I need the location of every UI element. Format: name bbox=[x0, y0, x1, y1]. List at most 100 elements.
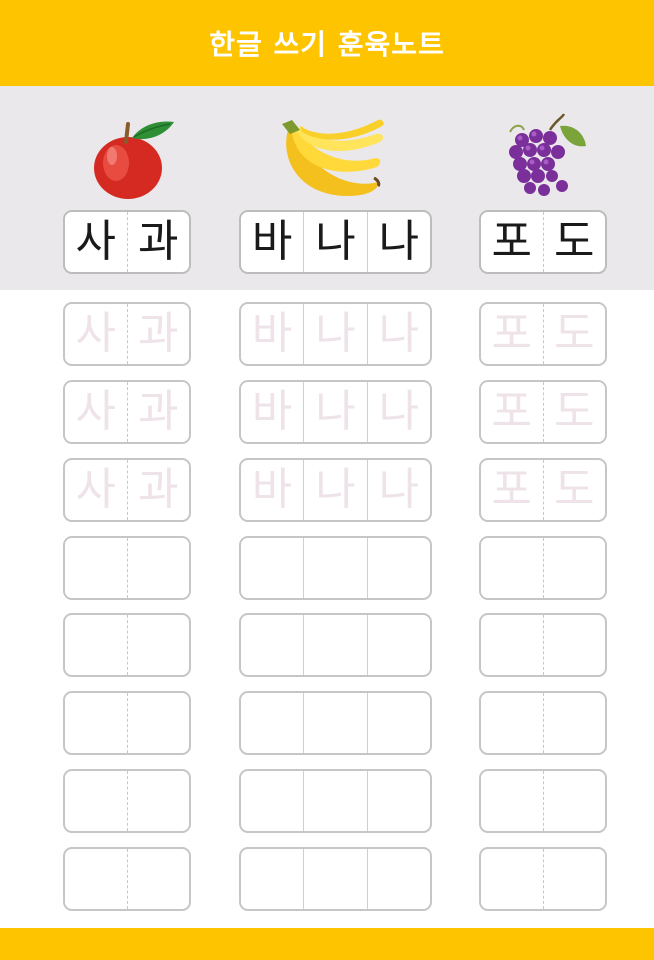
writing-cell[interactable]: 포 bbox=[481, 304, 543, 364]
writing-cell[interactable]: 과 bbox=[126, 460, 190, 520]
writing-cell[interactable]: 나 bbox=[303, 304, 366, 364]
writing-cell[interactable]: 사 bbox=[65, 460, 127, 520]
writing-cell[interactable] bbox=[303, 538, 366, 598]
trace-character: 나 bbox=[378, 464, 420, 515]
writing-cell[interactable] bbox=[126, 615, 190, 675]
writing-cell[interactable] bbox=[542, 771, 606, 831]
banana-blank-box[interactable] bbox=[239, 769, 432, 833]
writing-cell[interactable]: 나 bbox=[303, 460, 366, 520]
banana-icon bbox=[282, 119, 384, 196]
grape-blank-box[interactable] bbox=[479, 847, 607, 911]
writing-cell[interactable] bbox=[481, 615, 543, 675]
grape-blank-box[interactable] bbox=[479, 691, 607, 755]
writing-cell[interactable] bbox=[481, 693, 543, 753]
apple-trace-box[interactable]: 사과 bbox=[63, 380, 191, 444]
apple-blank-box[interactable] bbox=[63, 613, 191, 677]
trace-character: 나 bbox=[315, 308, 356, 359]
writing-cell[interactable] bbox=[366, 693, 430, 753]
writing-cell[interactable]: 과 bbox=[126, 304, 190, 364]
writing-cell[interactable]: 바 bbox=[241, 304, 303, 364]
apple-blank-box[interactable] bbox=[63, 847, 191, 911]
writing-cell[interactable]: 나 bbox=[303, 382, 366, 442]
grape-blank-box[interactable] bbox=[479, 613, 607, 677]
writing-cell: 도 bbox=[542, 212, 606, 272]
writing-cell[interactable] bbox=[126, 538, 190, 598]
writing-cell[interactable]: 도 bbox=[542, 382, 606, 442]
writing-cell[interactable] bbox=[65, 771, 127, 831]
model-character: 바 bbox=[251, 216, 293, 267]
writing-cell[interactable]: 도 bbox=[542, 304, 606, 364]
writing-cell[interactable]: 바 bbox=[241, 382, 303, 442]
header-bar: 한글 쓰기 훈육노트 bbox=[0, 0, 654, 86]
apple-trace-box[interactable]: 사과 bbox=[63, 302, 191, 366]
model-character: 도 bbox=[554, 216, 595, 267]
banana-trace-box[interactable]: 바나나 bbox=[239, 380, 432, 444]
grape-trace-box[interactable]: 포도 bbox=[479, 302, 607, 366]
writing-cell[interactable] bbox=[366, 771, 430, 831]
trace-character: 나 bbox=[378, 386, 420, 437]
model-character: 나 bbox=[315, 216, 356, 267]
writing-cell[interactable]: 바 bbox=[241, 460, 303, 520]
writing-cell[interactable] bbox=[65, 849, 127, 909]
writing-cell[interactable] bbox=[366, 849, 430, 909]
apple-blank-box[interactable] bbox=[63, 769, 191, 833]
trace-character: 사 bbox=[75, 464, 116, 515]
writing-cell[interactable]: 사 bbox=[65, 304, 127, 364]
apple-trace-box[interactable]: 사과 bbox=[63, 458, 191, 522]
trace-character: 나 bbox=[315, 464, 356, 515]
writing-cell[interactable] bbox=[303, 615, 366, 675]
writing-cell[interactable]: 나 bbox=[366, 460, 430, 520]
writing-cell[interactable]: 도 bbox=[542, 460, 606, 520]
writing-cell[interactable] bbox=[542, 849, 606, 909]
writing-cell[interactable] bbox=[366, 615, 430, 675]
writing-cell[interactable] bbox=[126, 693, 190, 753]
writing-cell[interactable] bbox=[126, 771, 190, 831]
writing-cell[interactable] bbox=[481, 849, 543, 909]
banana-trace-box[interactable]: 바나나 bbox=[239, 458, 432, 522]
grape-trace-box[interactable]: 포도 bbox=[479, 380, 607, 444]
writing-cell: 과 bbox=[126, 212, 190, 272]
writing-cell[interactable]: 사 bbox=[65, 382, 127, 442]
apple-blank-box[interactable] bbox=[63, 536, 191, 600]
writing-cell[interactable]: 포 bbox=[481, 382, 543, 442]
grape-blank-box[interactable] bbox=[479, 536, 607, 600]
apple-blank-box[interactable] bbox=[63, 691, 191, 755]
trace-character: 나 bbox=[378, 308, 420, 359]
writing-cell[interactable]: 포 bbox=[481, 460, 543, 520]
apple-model-box: 사과 bbox=[63, 210, 191, 274]
grape-trace-box[interactable]: 포도 bbox=[479, 458, 607, 522]
writing-cell[interactable]: 나 bbox=[366, 304, 430, 364]
banana-blank-box[interactable] bbox=[239, 691, 432, 755]
writing-cell[interactable] bbox=[241, 771, 303, 831]
writing-cell[interactable] bbox=[303, 693, 366, 753]
writing-cell[interactable] bbox=[65, 615, 127, 675]
writing-cell[interactable]: 나 bbox=[366, 382, 430, 442]
writing-cell: 포 bbox=[481, 212, 543, 272]
writing-cell[interactable] bbox=[241, 693, 303, 753]
banana-blank-box[interactable] bbox=[239, 536, 432, 600]
writing-cell[interactable]: 과 bbox=[126, 382, 190, 442]
banana-blank-box[interactable] bbox=[239, 847, 432, 911]
writing-cell[interactable] bbox=[542, 538, 606, 598]
writing-cell[interactable] bbox=[241, 849, 303, 909]
writing-cell[interactable] bbox=[366, 538, 430, 598]
writing-cell[interactable] bbox=[481, 771, 543, 831]
footer-bar bbox=[0, 928, 654, 960]
writing-cell[interactable] bbox=[65, 538, 127, 598]
grape-blank-box[interactable] bbox=[479, 769, 607, 833]
banana-trace-box[interactable]: 바나나 bbox=[239, 302, 432, 366]
trace-character: 과 bbox=[138, 386, 179, 437]
writing-cell[interactable] bbox=[303, 849, 366, 909]
writing-cell[interactable] bbox=[241, 615, 303, 675]
writing-cell[interactable] bbox=[65, 693, 127, 753]
writing-cell[interactable] bbox=[481, 538, 543, 598]
writing-cell[interactable] bbox=[126, 849, 190, 909]
grape-model-box: 포도 bbox=[479, 210, 607, 274]
banana-blank-box[interactable] bbox=[239, 613, 432, 677]
writing-cell[interactable] bbox=[241, 538, 303, 598]
writing-cell[interactable] bbox=[303, 771, 366, 831]
trace-character: 과 bbox=[138, 464, 179, 515]
writing-cell[interactable] bbox=[542, 693, 606, 753]
apple-icon bbox=[94, 121, 174, 199]
writing-cell[interactable] bbox=[542, 615, 606, 675]
